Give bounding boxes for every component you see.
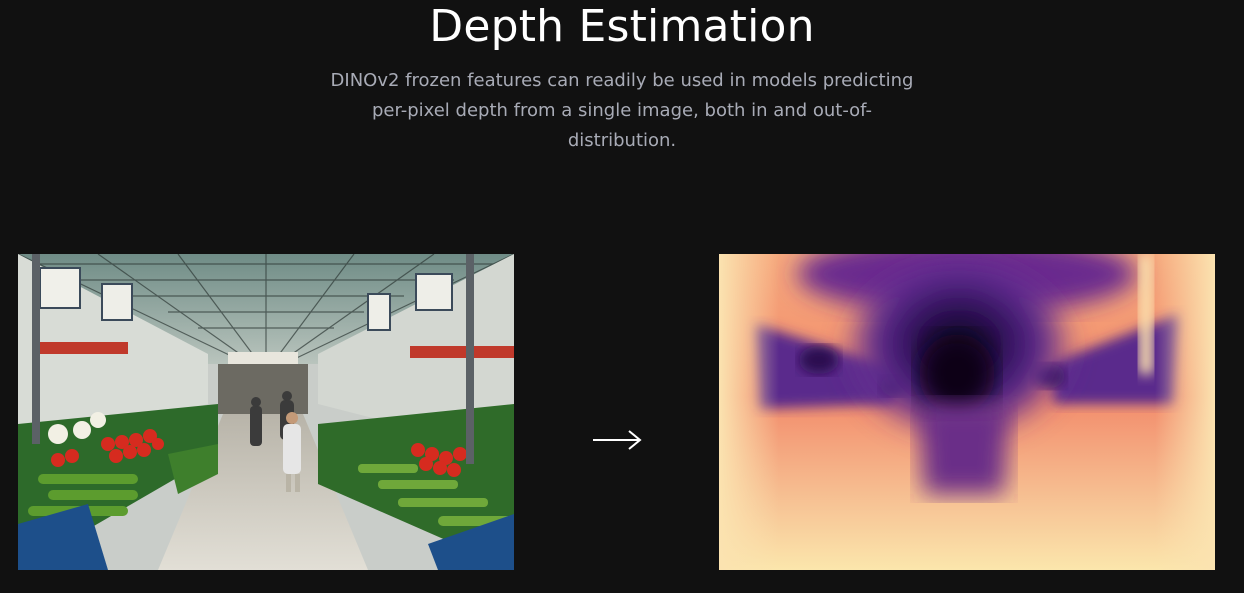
output-depth-map — [719, 254, 1215, 570]
section-title: Depth Estimation — [429, 1, 815, 52]
depth-estimation-section: Depth Estimation DINOv2 frozen features … — [0, 0, 1244, 593]
arrow-right-icon — [589, 425, 645, 455]
section-description: DINOv2 frozen features can readily be us… — [330, 70, 914, 151]
input-market-photo — [18, 254, 514, 570]
